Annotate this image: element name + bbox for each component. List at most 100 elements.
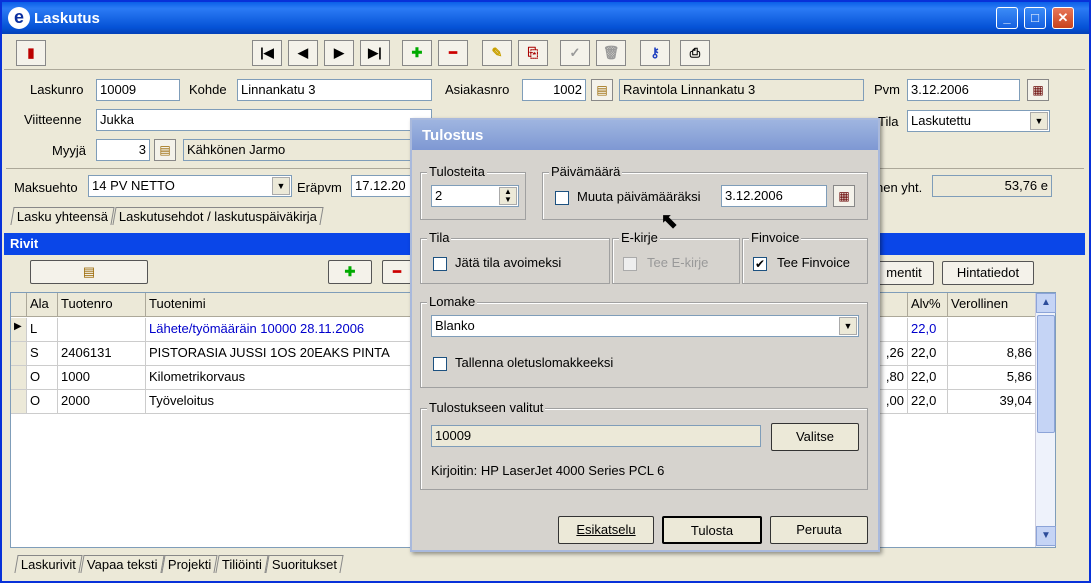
add-row-icon[interactable]: ✚ (328, 260, 372, 284)
tallenna-label: Tallenna oletuslomakkeeksi (455, 355, 614, 370)
valitut-label: Tulostukseen valitut (427, 400, 546, 415)
tab-laskutusehdot[interactable]: Laskutusehdot / laskutuspäiväkirja (112, 207, 324, 225)
valitut-field: 10009 (431, 425, 761, 447)
asiakas-lookup-icon[interactable]: ▤ (591, 79, 613, 101)
next-icon[interactable]: ▶ (324, 40, 354, 66)
kohde-field[interactable]: Linnankatu 3 (237, 79, 432, 101)
col-alv[interactable]: Alv% (908, 293, 948, 317)
close-button[interactable]: ✕ (1052, 7, 1074, 29)
col-verollinen[interactable]: Verollinen (948, 293, 1036, 317)
printer-label: Kirjoitin: HP LaserJet 4000 Series PCL 6 (431, 463, 665, 478)
tab-tiliointi[interactable]: Tiliöinti (215, 555, 269, 573)
lomake-select[interactable]: Blanko ▼ (431, 315, 859, 337)
esikatselu-label: Esikatselu (576, 522, 636, 537)
scroll-thumb[interactable] (1037, 315, 1055, 433)
myyja-name-field: Kähkönen Jarmo (183, 139, 432, 161)
prev-icon[interactable]: ◀ (288, 40, 318, 66)
tab-vapaa-teksti[interactable]: Vapaa teksti (79, 555, 164, 573)
print-icon[interactable]: ⎙ (680, 40, 710, 66)
tila-value: Laskutettu (911, 113, 971, 128)
row-indicator-header (11, 293, 27, 317)
key-icon[interactable]: ⚷ (640, 40, 670, 66)
myyja-label: Myyjä (52, 143, 86, 158)
viitteenne-field[interactable]: Jukka (96, 109, 432, 131)
finvoice-group: Finvoice ✔ Tee Finvoice (742, 230, 868, 284)
col-tuotenimi[interactable]: Tuotenimi (146, 293, 416, 317)
grid-scrollbar[interactable]: ▲ ▼ (1035, 293, 1056, 547)
cell-mid: ,26 (877, 342, 908, 366)
tulosta-button[interactable]: Tulosta (662, 516, 762, 544)
asiakasnro-field[interactable]: 1002 (522, 79, 586, 101)
tulosteita-label: Tulosteita (427, 164, 487, 179)
col-ala[interactable]: Ala (27, 293, 58, 317)
cell-ala: S (27, 342, 58, 366)
window-title: Laskutus (34, 10, 100, 27)
delete-icon[interactable]: ━ (438, 40, 468, 66)
calendar-icon[interactable]: ▦ (1027, 79, 1049, 101)
title-bar: e Laskutus _ □ ✕ (2, 2, 1089, 34)
maksuehto-select[interactable]: 14 PV NETTO ▼ (88, 175, 292, 197)
peruuta-button[interactable]: Peruuta (770, 516, 868, 544)
cell-verollinen: 5,86 (948, 366, 1036, 390)
cell-tuotenro: 1000 (58, 366, 146, 390)
cell-verollinen (948, 318, 1036, 342)
scroll-down-icon[interactable]: ▼ (1036, 526, 1056, 546)
chevron-down-icon: ▼ (839, 317, 857, 335)
tila-label: Tila (878, 114, 899, 129)
tee-ekirje-label: Tee E-kirje (647, 255, 709, 270)
tulosta-label: Tulosta (690, 523, 734, 538)
cell-tuotenro (58, 318, 146, 342)
esikatselu-button[interactable]: Esikatselu (558, 516, 654, 544)
minimize-button[interactable]: _ (996, 7, 1018, 29)
last-icon[interactable]: ▶| (360, 40, 390, 66)
scroll-up-icon[interactable]: ▲ (1036, 293, 1056, 313)
mentit-button[interactable]: mentit (874, 261, 934, 285)
myyja-nro-field[interactable]: 3 (96, 139, 150, 161)
add-icon[interactable]: ✚ (402, 40, 432, 66)
jata-checkbox[interactable] (433, 257, 447, 271)
exit-icon[interactable]: ▮ (16, 40, 46, 66)
cell-alv: 22,0 (908, 342, 948, 366)
cell-alv: 22,0 (908, 318, 948, 342)
folder-icon[interactable]: ▤ (30, 260, 148, 284)
valitse-button[interactable]: Valitse (771, 423, 859, 451)
copies-value: 2 (435, 188, 443, 203)
edit-icon[interactable]: ✎ (482, 40, 512, 66)
maximize-button[interactable]: □ (1024, 7, 1046, 29)
peruuta-label: Peruuta (796, 522, 842, 537)
erapvm-field[interactable]: 17.12.20 (351, 175, 413, 197)
col-tuotenro[interactable]: Tuotenro (58, 293, 146, 317)
cell-tuotenimi: PISTORASIA JUSSI 1OS 20EAKS PINTA (146, 342, 416, 366)
laskunro-field[interactable]: 10009 (96, 79, 180, 101)
lomake-group: Lomake Blanko ▼ Tallenna oletuslomakkeeks… (420, 294, 868, 388)
tallenna-checkbox[interactable] (433, 357, 447, 371)
tab-laskurivit[interactable]: Laskurivit (14, 555, 83, 573)
cell-tuotenimi: Työveloitus (146, 390, 416, 414)
copy-icon[interactable]: ⎘ (518, 40, 548, 66)
finvoice-checkbox[interactable]: ✔ (753, 257, 767, 271)
lomake-value: Blanko (435, 318, 475, 333)
tab-lasku-yhteensa[interactable]: Lasku yhteensä (10, 207, 115, 225)
cell-verollinen: 39,04 (948, 390, 1036, 414)
toolbar: ▮ |◀ ◀ ▶ ▶| ✚ ━ ✎ ⎘ ✓ 🗑 ⚷ ⎙ (4, 36, 1085, 70)
pvm-field[interactable]: 3.12.2006 (907, 79, 1020, 101)
valitut-group: Tulostukseen valitut 10009 Valitse Kirjo… (420, 400, 868, 490)
muuta-checkbox[interactable] (555, 191, 569, 205)
hintatiedot-button[interactable]: Hintatiedot (942, 261, 1034, 285)
muuta-date-field[interactable]: 3.12.2006 (721, 185, 827, 207)
ekirje-checkbox[interactable] (623, 257, 637, 271)
trash-icon[interactable]: 🗑 (596, 40, 626, 66)
copies-stepper[interactable]: 2 ▲ ▼ (431, 185, 519, 207)
tila-select[interactable]: Laskutettu ▼ (907, 110, 1050, 132)
paivamaara-label: Päivämäärä (549, 164, 623, 179)
tab-suoritukset[interactable]: Suoritukset (265, 555, 344, 573)
tab-projekti[interactable]: Projekti (161, 555, 218, 573)
calendar-icon[interactable]: ▦ (833, 185, 855, 207)
maksuehto-label: Maksuehto (14, 180, 78, 195)
maksuehto-value: 14 PV NETTO (92, 178, 175, 193)
first-icon[interactable]: |◀ (252, 40, 282, 66)
check-icon[interactable]: ✓ (560, 40, 590, 66)
remove-row-icon[interactable]: ━ (382, 260, 412, 284)
myyja-lookup-icon[interactable]: ▤ (154, 139, 176, 161)
cell-ala: O (27, 366, 58, 390)
